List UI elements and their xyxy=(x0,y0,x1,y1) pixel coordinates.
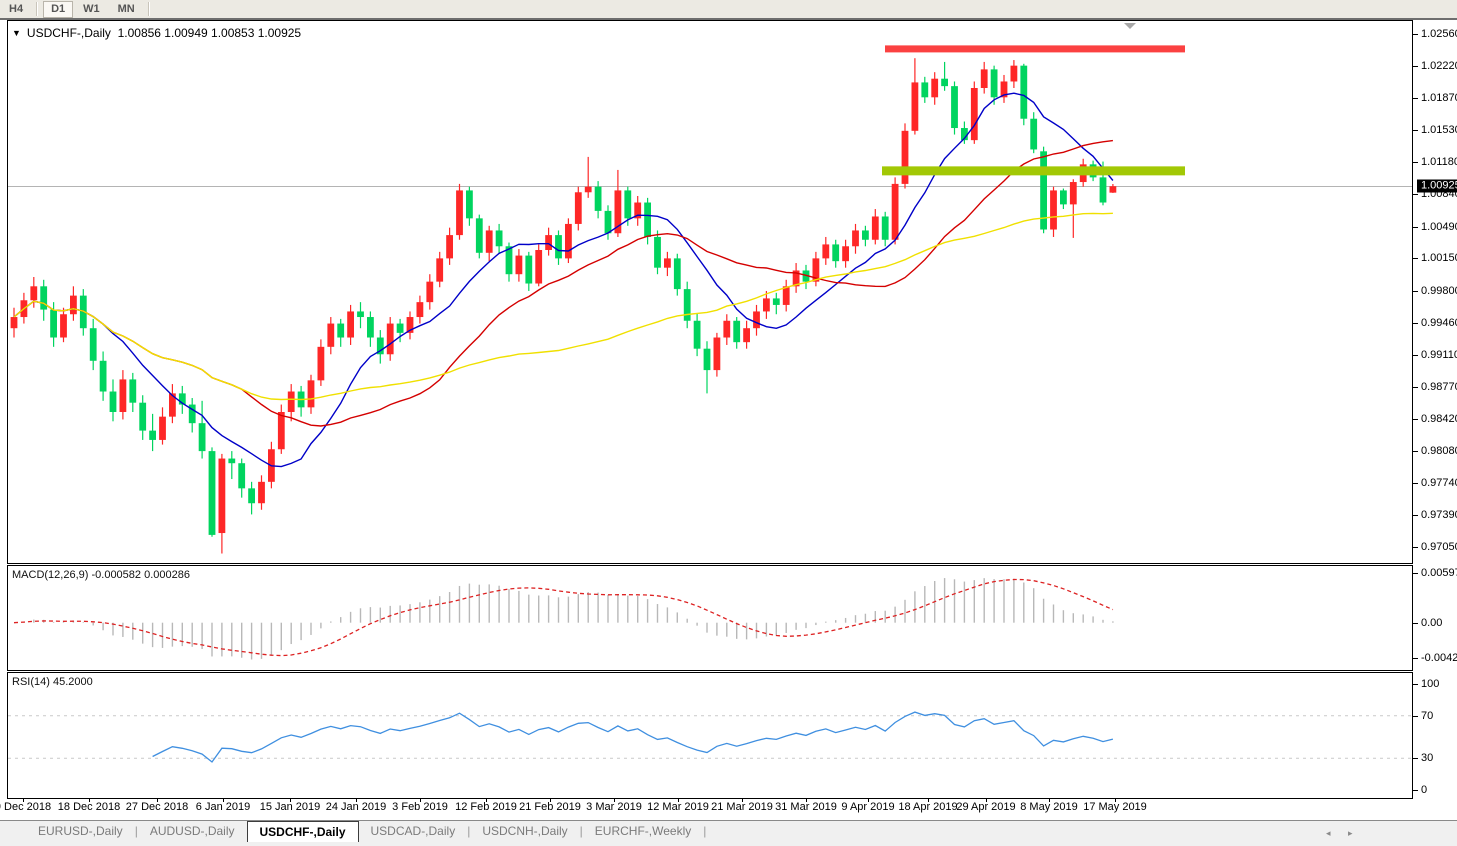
date-axis-label: 15 Jan 2019 xyxy=(259,801,321,813)
tab-scroll-right-icon[interactable]: ▸ xyxy=(1348,828,1353,839)
date-axis-label: 21 Feb 2019 xyxy=(519,801,581,813)
rsi-label: RSI(14) 45.2000 xyxy=(12,676,93,688)
price-scale-label: 0.97390 xyxy=(1421,509,1457,521)
macd-scale-label: 0.00597 xyxy=(1421,567,1457,579)
chart-dropdown-icon[interactable]: ▼ xyxy=(12,28,21,38)
macd-signal-value: 0.000286 xyxy=(144,569,190,581)
support-level-line[interactable] xyxy=(882,166,1185,176)
rsi-scale-label: 30 xyxy=(1421,752,1434,764)
date-axis-label: 3 Feb 2019 xyxy=(392,801,448,813)
rsi-scale-label: 100 xyxy=(1421,678,1440,690)
price-scale-label: 0.98080 xyxy=(1421,445,1457,457)
date-axis-label: 6 Jan 2019 xyxy=(195,801,251,813)
chart-ohlc-values: 1.00856 1.00949 1.00853 1.00925 xyxy=(117,26,302,40)
price-scale-label: 0.99800 xyxy=(1421,285,1457,297)
price-scale-label: 1.00490 xyxy=(1421,221,1457,233)
date-axis-label: 17 May 2019 xyxy=(1083,801,1147,813)
date-axis-label: 18 Dec 2018 xyxy=(57,801,121,813)
symbol-tab-eurusd[interactable]: EURUSD-,Daily xyxy=(26,822,135,841)
date-axis-label: 9 Dec 2018 xyxy=(0,801,52,813)
symbol-tab-usdcnh[interactable]: USDCNH-,Daily xyxy=(470,822,579,841)
rsi-scale-label: 70 xyxy=(1421,710,1434,722)
rsi-scale-label: 0 xyxy=(1421,784,1428,796)
price-scale-label: 0.99110 xyxy=(1421,349,1457,361)
price-scale-label: 0.98420 xyxy=(1421,413,1457,425)
date-axis-label: 21 Mar 2019 xyxy=(711,801,773,813)
macd-scale-label: 0.00 xyxy=(1421,617,1443,629)
date-axis-label: 24 Jan 2019 xyxy=(325,801,387,813)
symbol-tab-eurchf[interactable]: EURCHF-,Weekly xyxy=(583,822,703,841)
date-axis-label: 27 Dec 2018 xyxy=(125,801,189,813)
chart-symbol-period: USDCHF-,Daily xyxy=(26,26,111,40)
date-axis-label: 12 Mar 2019 xyxy=(647,801,709,813)
macd-scale-label: -0.00424 xyxy=(1421,652,1457,664)
date-axis-label: 18 Apr 2019 xyxy=(898,801,958,813)
symbol-tab-usdcad[interactable]: USDCAD-,Daily xyxy=(359,822,468,841)
price-scale-label: 1.02560 xyxy=(1421,28,1457,40)
rsi-value: 45.2000 xyxy=(52,676,93,688)
price-scale-label: 0.99460 xyxy=(1421,317,1457,329)
price-scale-label: 0.98770 xyxy=(1421,381,1457,393)
price-scale-label: 1.01180 xyxy=(1421,156,1457,168)
date-axis-label: 29 Apr 2019 xyxy=(956,801,1016,813)
tab-separator: | xyxy=(703,824,707,838)
price-scale-label: 0.97050 xyxy=(1421,541,1457,553)
date-axis-label: 12 Feb 2019 xyxy=(455,801,517,813)
macd-panel-frame xyxy=(7,565,1413,671)
price-scale-label: 0.97740 xyxy=(1421,477,1457,489)
macd-label: MACD(12,26,9) -0.000582 0.000286 xyxy=(12,569,190,581)
rsi-panel-frame xyxy=(7,672,1413,799)
price-scale-label: 1.01870 xyxy=(1421,92,1457,104)
chart-title: ▼ USDCHF-,Daily 1.00856 1.00949 1.00853 1… xyxy=(12,26,301,40)
current-price-badge: 1.00925 xyxy=(1417,179,1457,193)
symbol-tab-audusd[interactable]: AUDUSD-,Daily xyxy=(138,822,247,841)
mt4-window: { "toolbar": { "timeframes": [ {"label":… xyxy=(0,0,1457,846)
price-scale-label: 1.00150 xyxy=(1421,252,1457,264)
resistance-level-line[interactable] xyxy=(885,45,1185,53)
date-axis-label: 9 Apr 2019 xyxy=(841,801,895,813)
date-axis-label: 31 Mar 2019 xyxy=(775,801,837,813)
price-panel-frame xyxy=(7,20,1413,564)
price-scale-label: 1.02220 xyxy=(1421,60,1457,72)
date-axis-label: 8 May 2019 xyxy=(1020,801,1078,813)
chart-canvas[interactable] xyxy=(0,0,1457,846)
price-scale-label: 1.01530 xyxy=(1421,124,1457,136)
macd-value: -0.000582 xyxy=(91,569,142,581)
symbol-tab-usdchf[interactable]: USDCHF-,Daily xyxy=(246,821,359,842)
symbol-tabbar: EURUSD-,Daily | AUDUSD-,Daily USDCHF-,Daily… xyxy=(0,820,1457,846)
tab-scroll-left-icon[interactable]: ◂ xyxy=(1326,828,1331,839)
date-axis-label: 3 Mar 2019 xyxy=(586,801,642,813)
